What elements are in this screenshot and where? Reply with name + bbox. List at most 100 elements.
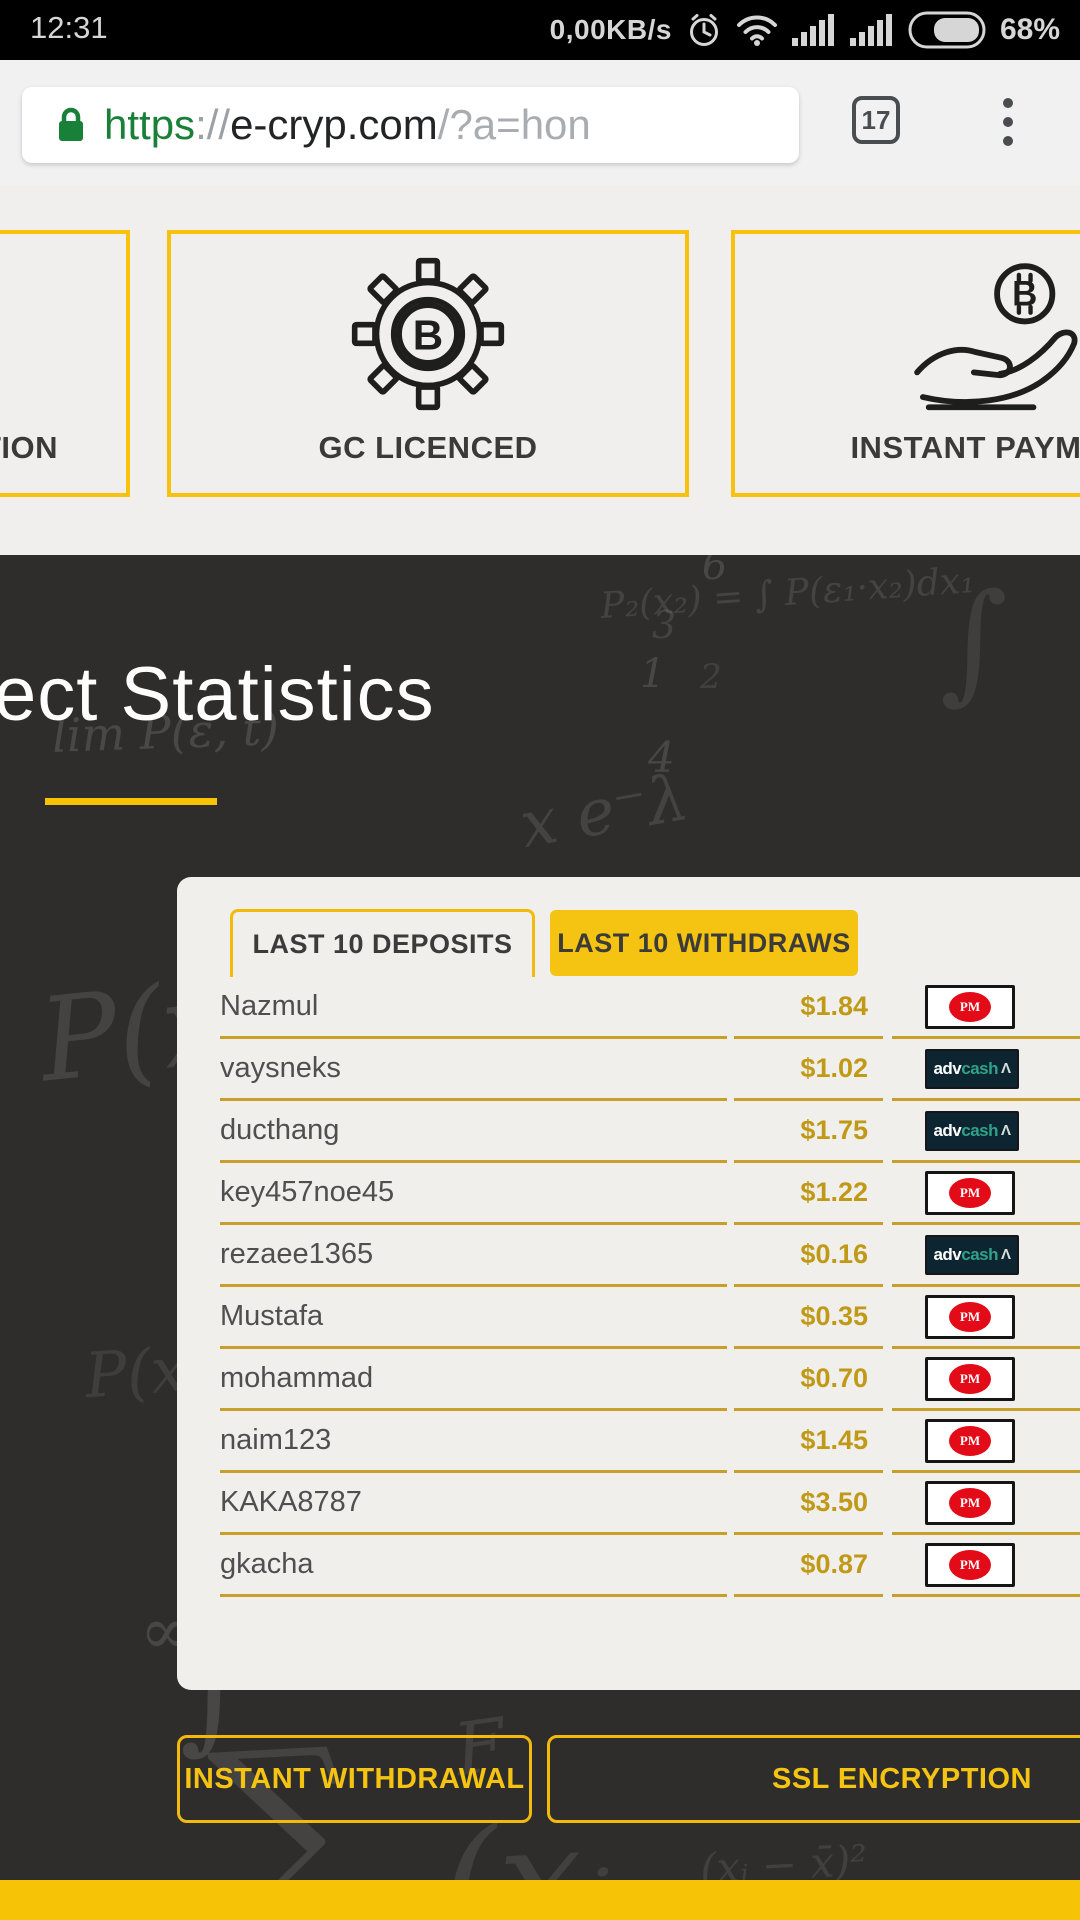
url-separator: ://: [195, 101, 231, 148]
withdraw-row: ducthang $1.75 adv cash Λ: [177, 1101, 1080, 1163]
depositor-name: Nazmul: [220, 977, 727, 1039]
withdraw-row: gkacha $0.87 PM: [177, 1535, 1080, 1597]
url-text: https://e-cryp.com/?a=hon: [104, 101, 591, 149]
wifi-icon: [736, 15, 777, 46]
tab-last-10-withdraws[interactable]: LAST 10 WITHDRAWS: [550, 910, 858, 976]
browser-toolbar: https://e-cryp.com/?a=hon 17: [0, 60, 1080, 186]
address-bar[interactable]: https://e-cryp.com/?a=hon: [22, 87, 799, 163]
clock: 12:31: [30, 10, 108, 45]
advcash-icon: adv cash Λ: [925, 1048, 1019, 1089]
perfect-money-logo: PM: [949, 1301, 991, 1332]
perfect-money-icon: PM: [925, 1356, 1015, 1401]
math-decoration: 1: [640, 651, 666, 697]
depositor-name: gkacha: [220, 1535, 727, 1597]
svg-text:B: B: [413, 312, 443, 359]
payment-method-cell: adv cash Λ: [892, 1101, 1080, 1163]
signal-sim2-icon: [849, 14, 892, 46]
withdraw-row: rezaee1365 $0.16 adv cash Λ: [177, 1225, 1080, 1287]
withdraw-row: naim123 $1.45 PM: [177, 1411, 1080, 1473]
depositor-name: ducthang: [220, 1101, 727, 1163]
withdraw-row: vaysneks $1.02 adv cash Λ: [177, 1039, 1080, 1101]
payment-method-cell: PM: [892, 1411, 1080, 1473]
menu-dot: [1003, 98, 1013, 108]
withdraw-amount: $3.50: [734, 1473, 883, 1535]
status-icons: 0,00KB/s 68%: [550, 0, 1060, 60]
withdraw-amount: $0.87: [734, 1535, 883, 1597]
perfect-money-icon: PM: [925, 1480, 1015, 1525]
perfect-money-icon: PM: [925, 984, 1015, 1029]
advcash-logo-part: cash: [961, 1244, 999, 1264]
browser-menu-button[interactable]: [1002, 98, 1014, 146]
perfect-money-logo: PM: [949, 1487, 991, 1518]
url-query: /?a=hon: [437, 101, 591, 148]
advcash-logo-part: adv: [933, 1120, 962, 1140]
math-decoration: ∫: [940, 565, 1008, 717]
perfect-money-icon: PM: [925, 1542, 1015, 1587]
withdraw-amount: $1.22: [734, 1163, 883, 1225]
advcash-logo-part: Λ: [1001, 1060, 1011, 1077]
math-decoration: 6: [702, 555, 728, 589]
payment-method-cell: PM: [892, 1349, 1080, 1411]
math-decoration: (xᵢ − x̄)²: [698, 1835, 869, 1880]
perfect-money-icon: PM: [925, 1170, 1015, 1215]
withdraw-amount: $1.02: [734, 1039, 883, 1101]
button-label: INSTANT WITHDRAWAL: [184, 1762, 525, 1795]
advcash-icon: adv cash Λ: [925, 1234, 1019, 1275]
depositor-name: rezaee1365: [220, 1225, 727, 1287]
perfect-money-logo: PM: [949, 1549, 991, 1580]
advcash-logo-part: adv: [933, 1058, 962, 1078]
hand-coin-icon: B: [735, 256, 1080, 416]
perfect-money-logo: PM: [949, 1425, 991, 1456]
perfect-money-icon: PM: [925, 1418, 1015, 1463]
svg-text:B: B: [1012, 274, 1037, 313]
math-decoration: x e⁻λ: [514, 760, 694, 864]
menu-dot: [1003, 136, 1013, 146]
payment-method-cell: PM: [892, 1473, 1080, 1535]
depositor-name: Mustafa: [220, 1287, 727, 1349]
advcash-logo-part: Λ: [1001, 1246, 1011, 1263]
perfect-money-icon: PM: [925, 1294, 1015, 1339]
feature-label: INSTANT PAYMEN: [850, 430, 1080, 465]
payment-method-cell: adv cash Λ: [892, 1225, 1080, 1287]
instant-withdrawal-button[interactable]: INSTANT WITHDRAWAL: [177, 1735, 532, 1823]
menu-dot: [1003, 117, 1013, 127]
depositor-name: vaysneks: [220, 1039, 727, 1101]
gear-bitcoin-icon: B: [171, 256, 685, 412]
payment-method-cell: adv cash Λ: [892, 1039, 1080, 1101]
feature-card-gc-licenced: B GC LICENCED: [167, 230, 689, 497]
tab-last-10-deposits[interactable]: LAST 10 DEPOSITS: [230, 909, 535, 977]
perfect-money-logo: PM: [949, 1363, 991, 1394]
withdraw-amount: $1.45: [734, 1411, 883, 1473]
withdraw-amount: $0.70: [734, 1349, 883, 1411]
withdraw-amount: $0.35: [734, 1287, 883, 1349]
withdraw-amount: $1.84: [734, 977, 883, 1039]
feature-card-instant-payments: B INSTANT PAYMEN: [731, 230, 1080, 497]
perfect-money-logo: PM: [949, 991, 991, 1022]
tab-label: LAST 10 DEPOSITS: [252, 929, 513, 959]
feature-cards-section: TION: [0, 185, 1080, 555]
stats-card: LAST 10 DEPOSITS LAST 10 WITHDRAWS Nazmu…: [177, 877, 1080, 1690]
footer-accent-bar: [0, 1880, 1080, 1920]
depositor-name: naim123: [220, 1411, 727, 1473]
withdraw-row: KAKA8787 $3.50 PM: [177, 1473, 1080, 1535]
advcash-logo-part: Λ: [1001, 1122, 1011, 1139]
advcash-logo-part: cash: [961, 1120, 999, 1140]
battery-percent: 68%: [999, 13, 1060, 46]
ssl-encryption-button[interactable]: SSL ENCRYPTION: [547, 1735, 1080, 1823]
stats-tabs: LAST 10 DEPOSITS LAST 10 WITHDRAWS: [177, 909, 1080, 977]
payment-method-cell: PM: [892, 1535, 1080, 1597]
advcash-icon: adv cash Λ: [925, 1110, 1019, 1151]
url-scheme: https: [104, 101, 196, 148]
secure-lock-icon: [59, 107, 83, 141]
withdraw-row: mohammad $0.70 PM: [177, 1349, 1080, 1411]
withdraw-rows: Nazmul $1.84 PM vaysneks $1.02 adv cash Λductha…: [177, 977, 1080, 1597]
tab-switcher-button[interactable]: 17: [852, 96, 900, 144]
tab-count: 17: [861, 104, 891, 135]
section-heading: ect Statistics: [0, 652, 435, 737]
feature-card-partial: TION: [0, 230, 130, 497]
statistics-section: P₂(x₂) = ∫ P(ε₁·x₂)dx₁ 6 3 1 2 4 ∫ lim P(ε, t) x…: [0, 555, 1080, 1880]
signal-sim1-icon: [791, 14, 834, 46]
payment-method-cell: PM: [892, 1163, 1080, 1225]
network-speed: 0,00KB/s: [549, 14, 672, 45]
math-decoration: 2: [700, 657, 722, 697]
